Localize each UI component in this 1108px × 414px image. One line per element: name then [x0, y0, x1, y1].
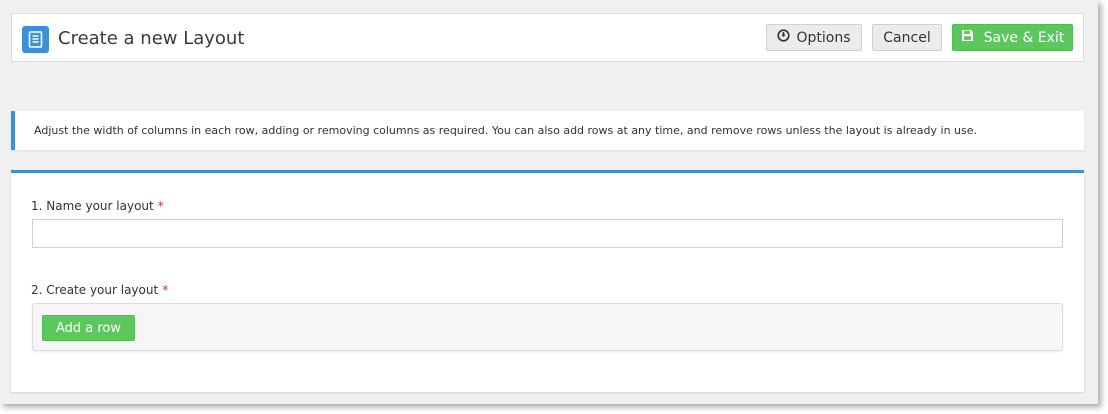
- options-button-label: Options: [796, 29, 851, 46]
- options-button[interactable]: Options: [766, 24, 862, 51]
- save-exit-button-label: Save & Exit: [983, 29, 1065, 46]
- info-text: Adjust the width of columns in each row,…: [34, 124, 978, 137]
- layout-form-panel: 1. Name your layout * 2. Create your layo…: [11, 170, 1084, 392]
- name-layout-label: 1. Name your layout *: [31, 199, 164, 213]
- required-marker: *: [162, 283, 169, 297]
- layout-name-input[interactable]: [32, 219, 1063, 248]
- page-header: Create a new Layout Options Cancel Save …: [11, 13, 1084, 62]
- floppy-disk-icon: [961, 29, 974, 46]
- name-layout-label-text: 1. Name your layout: [31, 199, 154, 213]
- info-banner: Adjust the width of columns in each row,…: [11, 111, 1084, 150]
- layout-builder-area: Add a row: [32, 303, 1063, 351]
- save-exit-button[interactable]: Save & Exit: [952, 24, 1073, 51]
- add-row-button-label: Add a row: [55, 320, 122, 336]
- cancel-button-label: Cancel: [883, 29, 931, 46]
- create-layout-label: 2. Create your layout *: [31, 283, 168, 297]
- arrow-down-circle-icon: [777, 29, 791, 46]
- required-marker: *: [157, 199, 164, 213]
- page-title: Create a new Layout: [58, 28, 245, 49]
- cancel-button[interactable]: Cancel: [872, 24, 942, 51]
- add-row-button[interactable]: Add a row: [42, 315, 135, 341]
- create-layout-label-text: 2. Create your layout: [31, 283, 159, 297]
- document-icon: [22, 26, 49, 53]
- app-window: Create a new Layout Options Cancel Save …: [0, 0, 1098, 404]
